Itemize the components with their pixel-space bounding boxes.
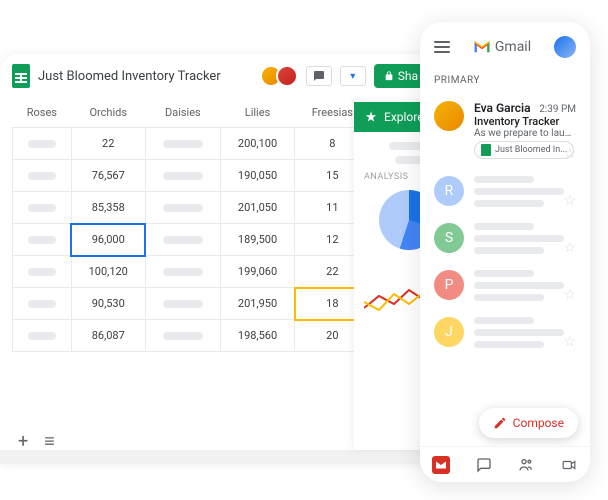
cell[interactable]: 96,000 [71,224,145,256]
avatar[interactable] [276,65,298,87]
sender-avatar [434,101,464,131]
star-icon[interactable]: ☆ [563,287,576,303]
cell[interactable] [13,320,72,352]
compose-label: Compose [513,416,564,430]
explore-title: Explore [384,110,424,124]
email-time: 2:39 PM [539,104,576,115]
email-item[interactable]: J ☆ [420,309,590,356]
cell[interactable]: 189,500 [220,224,294,256]
add-sheet-icon[interactable]: + [18,431,28,452]
placeholder-line [474,294,544,301]
collaborator-avatars [266,65,298,87]
sender-avatar: J [434,317,464,347]
tab-primary[interactable]: PRIMARY [434,75,480,86]
cell[interactable]: 22 [71,128,145,160]
placeholder-line [474,317,534,324]
cell[interactable] [145,128,220,160]
gmail-app-name: Gmail [495,39,531,55]
compose-button[interactable]: Compose [479,408,578,438]
placeholder-line [395,156,423,164]
placeholder-line [474,282,564,289]
cell[interactable] [13,256,72,288]
nav-chat-icon[interactable] [475,456,493,474]
col-header[interactable]: Roses [13,98,72,128]
placeholder-line [474,223,534,230]
comment-history-icon[interactable] [306,66,332,86]
pencil-icon [493,416,507,430]
cell[interactable] [145,160,220,192]
cell[interactable]: 90,530 [71,288,145,320]
cell[interactable] [145,192,220,224]
phone-frame: Gmail PRIMARY Eva Garcia 2:39 PM Invento… [420,22,590,482]
sender-avatar: S [434,223,464,253]
email-list: Eva Garcia 2:39 PM Inventory Tracker As … [420,87,590,362]
email-item[interactable]: P ☆ [420,262,590,309]
placeholder-line [474,341,544,348]
cell[interactable]: 199,060 [220,256,294,288]
col-header[interactable]: Orchids [71,98,145,128]
col-header[interactable]: Lilies [220,98,294,128]
gmail-logo: Gmail [473,39,531,55]
document-title[interactable]: Just Bloomed Inventory Tracker [38,69,258,84]
placeholder-line [474,188,564,195]
share-label: Sha [398,69,418,83]
cell[interactable]: 85,358 [71,192,145,224]
email-sender: Eva Garcia [474,101,531,115]
cell[interactable] [13,160,72,192]
sender-avatar: R [434,176,464,206]
cell[interactable]: 76,567 [71,160,145,192]
hamburger-menu-icon[interactable] [434,41,450,53]
nav-meet-icon[interactable] [560,456,578,474]
email-preview: As we prepare to launch the... [474,128,576,139]
email-subject: Inventory Tracker [474,115,576,128]
placeholder-line [474,270,534,277]
sheets-header: Just Bloomed Inventory Tracker ▾ Sha [0,54,440,98]
star-icon[interactable]: ☆ [563,334,576,350]
star-icon[interactable]: ☆ [563,240,576,256]
placeholder-line [474,235,564,242]
placeholder-line [474,247,544,254]
cell[interactable]: 86,087 [71,320,145,352]
star-icon[interactable]: ☆ [563,193,576,209]
cell[interactable]: 201,950 [220,288,294,320]
cell[interactable]: 201,050 [220,192,294,224]
placeholder-line [474,329,564,336]
placeholder-line [474,200,544,207]
gmail-m-icon [473,40,491,54]
cell[interactable]: 190,050 [220,160,294,192]
cell[interactable] [145,224,220,256]
cell[interactable] [13,288,72,320]
cell[interactable]: 100,120 [71,256,145,288]
cell[interactable]: 198,560 [220,320,294,352]
attachment-chip[interactable]: Just Bloomed In... [474,141,574,159]
gmail-header: Gmail [420,22,590,68]
bottom-nav [420,446,590,482]
email-item-featured[interactable]: Eva Garcia 2:39 PM Inventory Tracker As … [420,93,590,168]
present-dropdown-icon[interactable]: ▾ [340,66,366,86]
chip-label: Just Bloomed In... [495,145,567,155]
laptop-base [0,450,450,464]
col-header[interactable]: Daisies [145,98,220,128]
cell[interactable] [145,288,220,320]
email-item[interactable]: S ☆ [420,215,590,262]
cell[interactable] [13,192,72,224]
placeholder-line [474,176,534,183]
explore-icon [364,110,378,124]
cell[interactable] [145,256,220,288]
sender-avatar: P [434,270,464,300]
email-item[interactable]: R ☆ [420,168,590,215]
nav-spaces-icon[interactable] [517,456,535,474]
cell[interactable] [145,320,220,352]
cell[interactable]: 200,100 [220,128,294,160]
sheets-app-icon [12,64,30,88]
star-icon[interactable]: ☆ [563,146,576,162]
all-sheets-icon[interactable]: ≡ [44,431,55,452]
cell[interactable] [13,224,72,256]
cell[interactable] [13,128,72,160]
profile-avatar[interactable] [554,36,576,58]
lock-icon [384,70,394,82]
sheets-chip-icon [481,144,491,156]
nav-mail-icon[interactable] [432,456,450,474]
inbox-tabs: PRIMARY [420,68,590,87]
